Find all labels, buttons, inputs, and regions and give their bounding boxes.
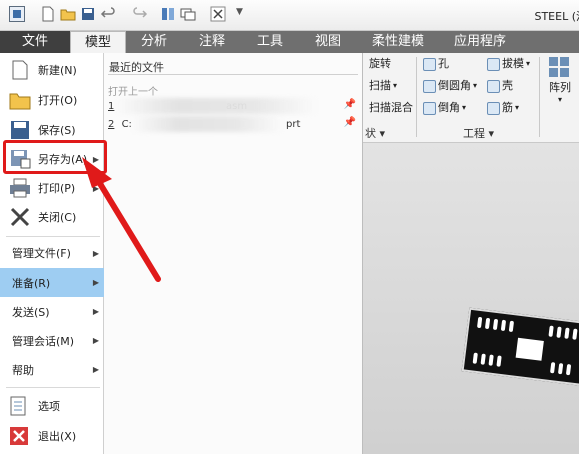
rib-button[interactable]: 筋 ▾ <box>487 99 519 117</box>
menu-item-prepare[interactable]: 准备(R) ▶ <box>0 268 104 297</box>
swept-blend-button[interactable]: 扫描混合 <box>369 99 413 117</box>
close-window-icon[interactable] <box>210 6 226 22</box>
tab-file[interactable]: 文件 <box>0 31 70 53</box>
pattern-label: 阵列 <box>549 81 571 94</box>
menu-item-manage-session[interactable]: 管理会话(M) ▶ <box>0 326 104 355</box>
submenu-arrow-icon: ▶ <box>92 336 99 345</box>
exit-icon <box>10 427 28 445</box>
menu-item-manage-file[interactable]: 管理文件(F) ▶ <box>0 239 104 267</box>
shapes-group-label: 状 ▾ <box>365 127 386 140</box>
file-index: 2 <box>108 119 115 130</box>
ribbon-tab-bar: 文件 模型 分析 注释 工具 视图 柔性建模 应用程序 <box>0 31 579 53</box>
shell-button[interactable]: 壳 <box>487 77 513 95</box>
pattern-button[interactable]: 阵列 ▾ <box>545 55 575 115</box>
recent-files-header: 最近的文件 <box>109 61 164 74</box>
menu-item-options[interactable]: 选项 <box>0 391 104 421</box>
rib-icon <box>487 101 500 115</box>
engineering-group-label: 工程 ▾ <box>463 127 495 140</box>
file-name: C: <box>121 119 132 130</box>
rotate-button[interactable]: 旋转 <box>369 55 391 73</box>
chevron-down-icon: ▾ <box>557 95 562 104</box>
submenu-arrow-icon: ▶ <box>92 278 99 287</box>
submenu-arrow-icon: ▶ <box>92 365 99 374</box>
window-title: STEEL (活 <box>534 10 579 23</box>
save-icon[interactable] <box>80 6 96 22</box>
menu-item-help[interactable]: 帮助 ▶ <box>0 355 104 384</box>
undo-icon[interactable] <box>100 6 116 22</box>
chamfer-button[interactable]: 倒角 ▾ <box>423 99 466 117</box>
menu-item-exit[interactable]: 退出(X) <box>0 421 104 451</box>
file-extension: prt <box>286 119 301 130</box>
submenu-arrow-icon: ▶ <box>92 248 99 258</box>
group-divider <box>416 57 417 137</box>
tab-analysis[interactable]: 分析 <box>126 31 182 53</box>
tab-view[interactable]: 视图 <box>300 31 356 53</box>
model-viewport[interactable] <box>363 143 579 454</box>
open-last-item[interactable]: 打开上一个 <box>108 83 158 98</box>
open-folder-icon[interactable] <box>60 6 76 22</box>
options-icon <box>10 396 26 416</box>
menu-item-open[interactable]: 打开(O) <box>0 85 104 115</box>
sweep-button[interactable]: 扫描 ▾ <box>369 77 397 95</box>
part-model[interactable] <box>461 307 579 387</box>
redacted-path <box>116 98 316 114</box>
app-menu-icon[interactable] <box>9 6 25 22</box>
recent-files-panel: 最近的文件 打开上一个 1 asm 📌 2 C: prt 📌 <box>104 53 363 454</box>
chamfer-icon <box>423 101 436 115</box>
header-divider <box>108 74 358 75</box>
tab-applications[interactable]: 应用程序 <box>440 31 520 53</box>
app-window: ▼ STEEL (活 文件 模型 分析 注释 工具 视图 柔性建模 应用程序 旋… <box>0 0 579 454</box>
close-icon <box>10 207 30 227</box>
submenu-arrow-icon: ▶ <box>92 307 99 316</box>
hole-button[interactable]: 孔 <box>423 55 449 73</box>
open-folder-icon <box>9 93 31 110</box>
round-button[interactable]: 倒圆角 ▾ <box>423 77 477 95</box>
save-icon <box>11 121 29 139</box>
tab-flexible-modeling[interactable]: 柔性建模 <box>360 31 436 53</box>
submenu-arrow-icon: ▶ <box>92 183 99 193</box>
pin-icon[interactable]: 📌 <box>344 99 356 110</box>
print-icon <box>10 178 30 198</box>
draft-button[interactable]: 拔模 ▾ <box>487 55 530 73</box>
quick-access-toolbar: ▼ STEEL (活 <box>0 0 579 31</box>
windows-icon[interactable] <box>180 6 196 22</box>
redacted-path <box>132 116 282 132</box>
menu-item-new[interactable]: 新建(N) <box>0 55 104 85</box>
file-index: 1 <box>108 101 115 112</box>
redo-icon[interactable] <box>132 6 148 22</box>
tab-tools[interactable]: 工具 <box>242 31 298 53</box>
draft-icon <box>487 57 500 71</box>
menu-item-print[interactable]: 打印(P) ▶ <box>0 173 104 203</box>
pin-icon[interactable]: 📌 <box>344 117 356 128</box>
menu-divider <box>6 236 100 237</box>
customize-dropdown-icon[interactable]: ▼ <box>236 7 243 17</box>
hole-icon <box>423 57 436 71</box>
pattern-icon <box>549 57 571 77</box>
ribbon-panel: 旋转 扫描 ▾ 扫描混合 状 ▾ 孔 倒圆角 ▾ 倒角 ▾ 拔模 ▾ 壳 筋 ▾ 工程 ▾… <box>363 53 579 143</box>
menu-item-send[interactable]: 发送(S) ▶ <box>0 297 104 326</box>
menu-divider <box>6 387 100 388</box>
tab-annotate[interactable]: 注释 <box>184 31 240 53</box>
new-file-icon[interactable] <box>40 6 56 22</box>
menu-item-close[interactable]: 关闭(C) <box>0 202 104 232</box>
regenerate-icon[interactable] <box>160 6 176 22</box>
file-menu: 新建(N) 打开(O) 保存(S) 另存为(A) ▶ 打印(P) ▶ 关闭(C)… <box>0 53 104 454</box>
tab-model[interactable]: 模型 <box>70 31 126 53</box>
round-icon <box>423 79 436 93</box>
annotation-highlight-box <box>3 140 107 174</box>
shell-icon <box>487 79 500 93</box>
group-divider <box>539 57 540 137</box>
new-file-icon <box>12 60 28 80</box>
